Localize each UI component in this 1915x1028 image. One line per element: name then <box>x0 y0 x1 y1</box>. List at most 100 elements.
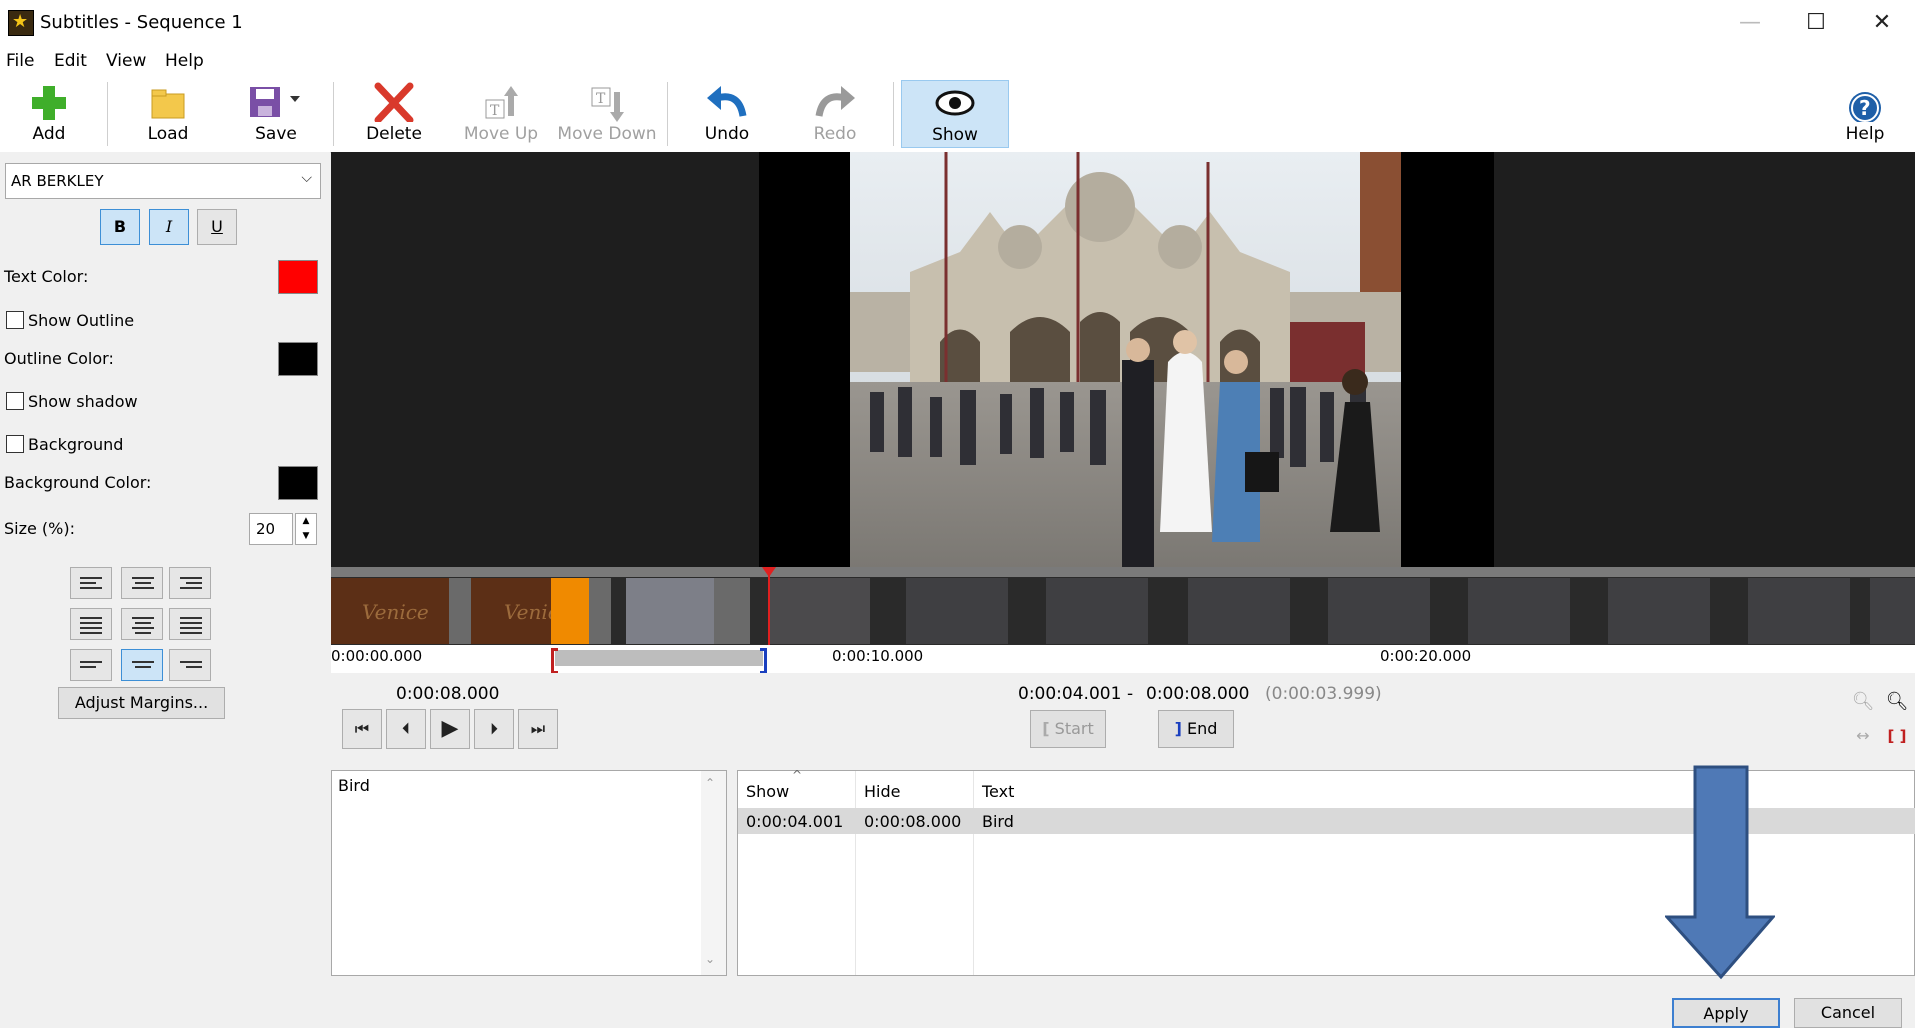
toolbar-separator <box>667 82 668 146</box>
svg-text:T: T <box>490 103 500 119</box>
menu-help[interactable]: Help <box>165 51 204 71</box>
range-dash: - <box>1127 684 1134 704</box>
align-bottom-left-button[interactable] <box>70 649 112 681</box>
font-dropdown[interactable]: AR BERKLEY ⌵ <box>5 163 321 199</box>
eye-icon <box>902 83 1008 123</box>
move-up-button[interactable]: T Move Up <box>456 76 546 152</box>
title-bar <box>0 0 1915 46</box>
column-header-text[interactable]: Text <box>982 782 1014 801</box>
zoom-selection-icon[interactable]: [ ] <box>1883 722 1911 750</box>
skip-to-start-icon[interactable]: ⏮ <box>342 709 382 749</box>
menu-view[interactable]: View <box>106 51 146 71</box>
ruler-tick-10: 0:00:10.000 <box>832 647 924 665</box>
align-middle-left-button[interactable] <box>70 608 112 640</box>
play-icon[interactable]: ▶ <box>430 709 470 749</box>
ruler-tick-0: 0:00:00.000 <box>331 647 423 665</box>
scroll-down-icon[interactable]: ⌄ <box>705 952 715 966</box>
timeline-frame <box>1188 578 1290 644</box>
table-cell-text: Bird <box>982 812 1014 831</box>
size-input[interactable]: 20 <box>249 513 293 545</box>
selected-range[interactable] <box>555 650 763 666</box>
outline-color-swatch[interactable] <box>278 342 318 376</box>
align-middle-center-button[interactable] <box>121 608 163 640</box>
bracket-start-icon: [ <box>1042 719 1050 738</box>
table-cell-hide: 0:00:08.000 <box>864 812 962 831</box>
subtitle-text: Bird <box>338 776 370 795</box>
show-button[interactable]: Show <box>901 80 1009 148</box>
bold-button[interactable]: B <box>100 209 140 245</box>
apply-button[interactable]: Apply <box>1672 998 1780 1028</box>
align-middle-right-button[interactable] <box>169 608 211 640</box>
step-back-icon[interactable]: ⏴ <box>386 709 426 749</box>
range-duration: (0:00:03.999) <box>1265 684 1382 704</box>
load-label: Load <box>147 124 189 144</box>
range-end-bracket[interactable] <box>760 648 767 674</box>
preview-image <box>850 152 1401 567</box>
playhead-handle[interactable] <box>762 567 776 577</box>
background-color-swatch[interactable] <box>278 466 318 500</box>
svg-text:?: ? <box>1859 96 1871 120</box>
timeline-frame-text: Venice <box>362 600 429 624</box>
menu-edit[interactable]: Edit <box>54 51 87 71</box>
timeline-frame <box>589 578 611 644</box>
background-checkbox[interactable] <box>6 435 24 453</box>
scroll-up-icon[interactable]: ⌃ <box>705 776 715 790</box>
timeline-frame <box>1870 578 1915 644</box>
set-start-button[interactable]: [ Start <box>1030 710 1106 748</box>
subtitle-text-editor[interactable] <box>331 770 727 976</box>
italic-button[interactable]: I <box>149 209 189 245</box>
maximize-button[interactable]: ☐ <box>1783 0 1849 46</box>
show-shadow-label: Show shadow <box>28 392 138 411</box>
undo-button[interactable]: Undo <box>687 76 767 152</box>
size-spinner[interactable]: ▲ ▼ <box>295 513 317 545</box>
align-top-left-button[interactable] <box>70 567 112 599</box>
timeline-frame <box>1468 578 1570 644</box>
folder-icon <box>128 82 208 122</box>
zoom-out-icon[interactable]: 🔍︎ <box>1849 688 1877 716</box>
move-up-icon: T <box>456 82 546 122</box>
editor-scrollbar[interactable] <box>701 771 726 975</box>
timeline-frame <box>768 578 870 644</box>
step-forward-icon[interactable]: ⏵ <box>474 709 514 749</box>
help-button[interactable]: ? Help <box>1830 76 1900 152</box>
minimize-button[interactable]: — <box>1717 0 1783 46</box>
column-header-show[interactable]: Show <box>746 782 789 801</box>
menu-file[interactable]: File <box>6 51 34 71</box>
add-button[interactable]: Add <box>10 76 88 152</box>
move-down-button[interactable]: T Move Down <box>554 76 660 152</box>
text-color-swatch[interactable] <box>278 260 318 294</box>
save-button[interactable]: Save <box>236 76 316 152</box>
align-top-center-button[interactable] <box>121 567 163 599</box>
fit-width-icon[interactable]: ↔ <box>1849 722 1877 750</box>
zoom-in-icon[interactable]: 🔍︎ <box>1883 688 1911 716</box>
adjust-margins-button[interactable]: Adjust Margins... <box>58 687 225 719</box>
set-end-button[interactable]: ] End <box>1158 710 1234 748</box>
show-outline-checkbox[interactable] <box>6 311 24 329</box>
show-outline-label: Show Outline <box>28 311 135 330</box>
close-button[interactable]: ✕ <box>1849 0 1915 46</box>
show-label: Show <box>932 125 978 145</box>
timeline-top-bar <box>331 567 1915 577</box>
redo-button[interactable]: Redo <box>795 76 875 152</box>
align-bottom-right-button[interactable] <box>169 649 211 681</box>
undo-icon <box>687 82 767 122</box>
show-shadow-checkbox[interactable] <box>6 392 24 410</box>
table-cell-show: 0:00:04.001 <box>746 812 844 831</box>
timeline-frame <box>714 578 750 644</box>
annotation-arrow <box>1663 765 1777 985</box>
underline-button[interactable]: U <box>197 209 237 245</box>
ruler-tick-20: 0:00:20.000 <box>1380 647 1472 665</box>
align-top-right-button[interactable] <box>169 567 211 599</box>
playhead[interactable] <box>768 567 770 645</box>
timeline-frame <box>1608 578 1710 644</box>
column-header-hide[interactable]: Hide <box>864 782 900 801</box>
font-value: AR BERKLEY <box>11 172 104 190</box>
cancel-button[interactable]: Cancel <box>1794 998 1902 1028</box>
align-bottom-center-button[interactable] <box>121 649 163 681</box>
range-end-time: 0:00:08.000 <box>1146 684 1250 704</box>
skip-to-end-icon[interactable]: ⏭ <box>518 709 558 749</box>
range-start-bracket[interactable] <box>551 648 558 674</box>
load-button[interactable]: Load <box>128 76 208 152</box>
set-end-label: End <box>1187 719 1218 738</box>
delete-button[interactable]: Delete <box>352 76 436 152</box>
